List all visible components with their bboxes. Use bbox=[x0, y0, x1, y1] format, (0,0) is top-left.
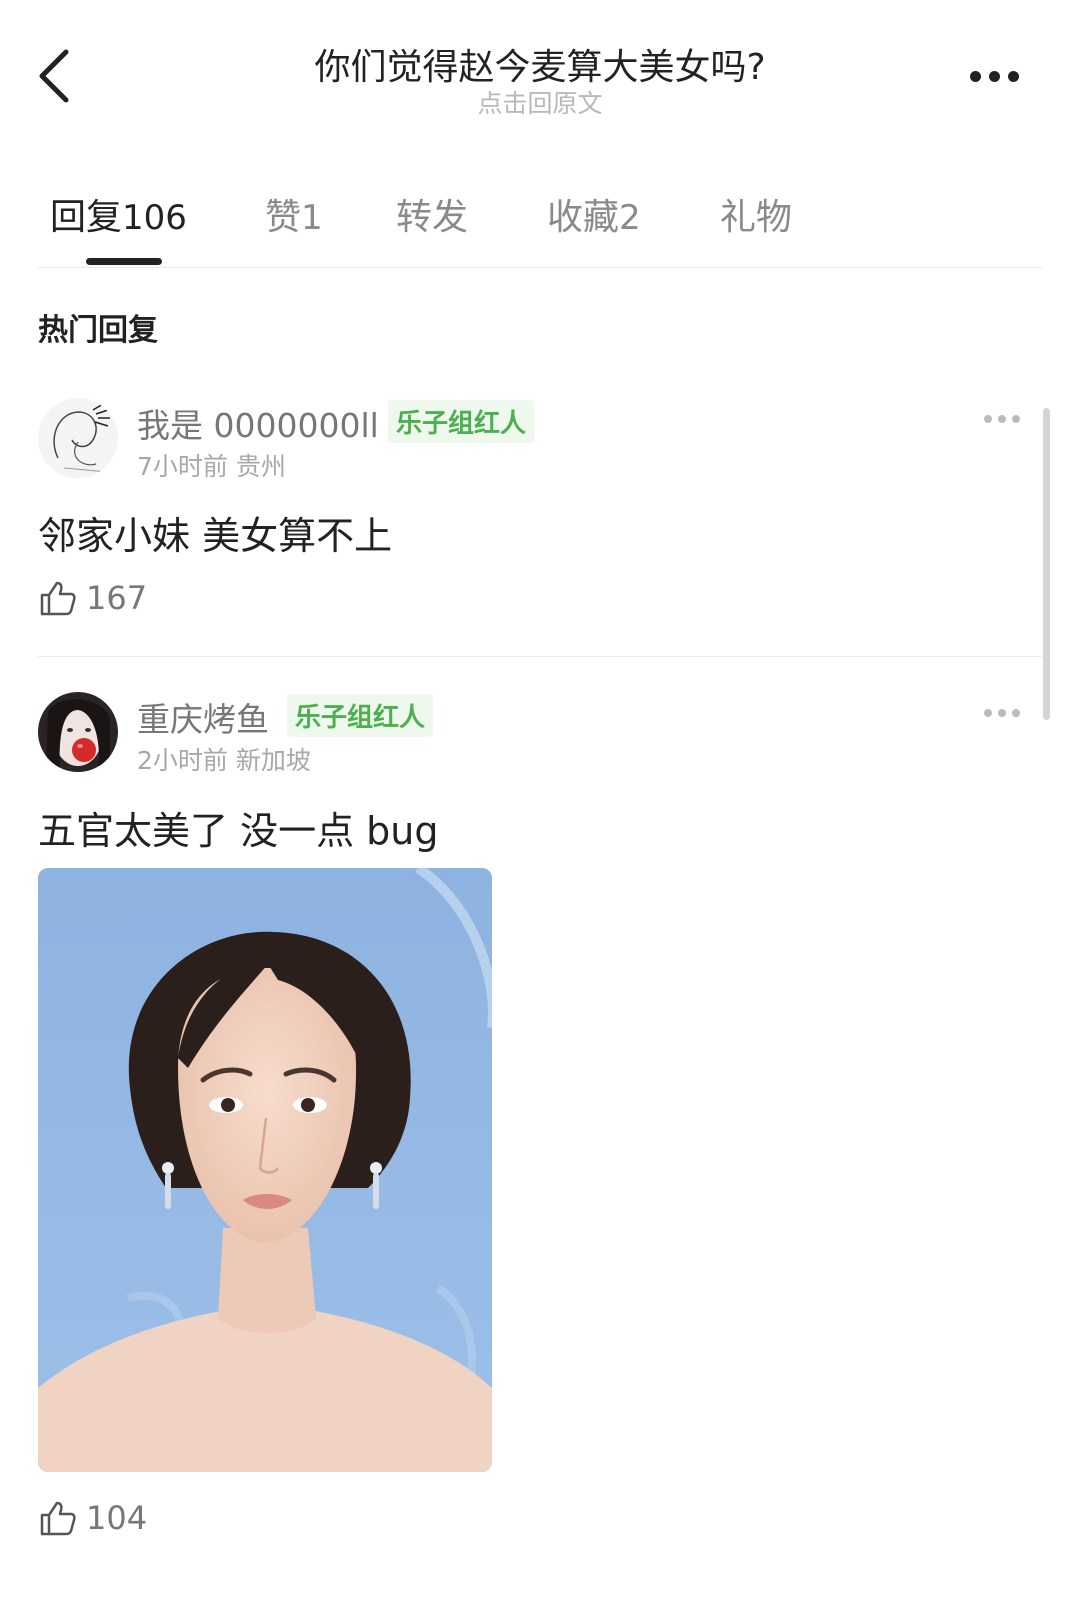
post-content: 五官太美了 没一点 bug bbox=[38, 809, 439, 853]
post-photo[interactable] bbox=[38, 868, 492, 1472]
post-more-button[interactable] bbox=[984, 706, 1022, 720]
thumbs-up-icon bbox=[40, 581, 76, 616]
avatar[interactable] bbox=[38, 398, 118, 478]
more-horizontal-icon bbox=[970, 70, 981, 82]
user-badge: 乐子组红人 bbox=[388, 400, 535, 443]
like-count: 104 bbox=[86, 1499, 148, 1537]
section-title: 热门回复 bbox=[38, 313, 158, 348]
more-horizontal-icon bbox=[984, 709, 992, 717]
tab-gifts-label: 礼物 bbox=[720, 197, 793, 238]
post-time: 2小时前 bbox=[137, 746, 228, 775]
avatar[interactable] bbox=[38, 692, 118, 772]
sketch-avatar-image bbox=[38, 398, 118, 478]
tab-likes[interactable]: 赞1 bbox=[265, 188, 323, 240]
portrait-photo-image bbox=[38, 868, 492, 1472]
tab-replies-count: 106 bbox=[122, 198, 187, 238]
tab-reposts[interactable]: 转发 bbox=[396, 188, 468, 240]
post-meta: 2小时前 新加坡 bbox=[137, 741, 311, 777]
user-badge: 乐子组红人 bbox=[287, 694, 434, 737]
tab-favorites[interactable]: 收藏2 bbox=[547, 188, 641, 240]
username[interactable]: 我是 0000000ll bbox=[137, 399, 379, 447]
post-more-button[interactable] bbox=[984, 412, 1022, 426]
tab-favorites-count: 2 bbox=[619, 198, 641, 238]
post-location: 新加坡 bbox=[235, 746, 311, 775]
scrollbar[interactable] bbox=[1043, 408, 1050, 720]
post-location: 贵州 bbox=[235, 452, 286, 481]
back-button[interactable] bbox=[30, 40, 86, 112]
like-count: 167 bbox=[86, 579, 148, 617]
active-tab-indicator bbox=[86, 258, 162, 265]
tab-replies-label: 回复 bbox=[50, 197, 123, 238]
thumbs-up-icon bbox=[40, 1501, 76, 1536]
back-to-original-link[interactable]: 点击回原文 bbox=[160, 84, 920, 120]
post-divider bbox=[38, 656, 1042, 657]
tab-reposts-label: 转发 bbox=[396, 197, 469, 238]
username[interactable]: 重庆烤鱼 bbox=[137, 693, 269, 741]
portrait-avatar-image bbox=[38, 692, 118, 772]
page-title: 你们觉得赵今麦算大美女吗? bbox=[314, 47, 766, 88]
post-meta: 7小时前 贵州 bbox=[137, 447, 286, 483]
tabs-divider bbox=[38, 267, 1042, 268]
tab-likes-count: 1 bbox=[301, 198, 323, 238]
tab-replies[interactable]: 回复106 bbox=[50, 188, 187, 240]
tab-favorites-label: 收藏 bbox=[547, 197, 620, 238]
more-options-button[interactable] bbox=[970, 62, 1034, 90]
like-button[interactable]: 104 bbox=[38, 1498, 147, 1538]
chevron-left-icon bbox=[39, 49, 69, 103]
post-time: 7小时前 bbox=[137, 452, 228, 481]
tab-likes-label: 赞 bbox=[265, 197, 302, 238]
tab-gifts[interactable]: 礼物 bbox=[720, 188, 792, 240]
more-horizontal-icon bbox=[984, 415, 992, 423]
post-content: 邻家小妹 美女算不上 bbox=[38, 514, 393, 558]
like-button[interactable]: 167 bbox=[38, 578, 147, 618]
